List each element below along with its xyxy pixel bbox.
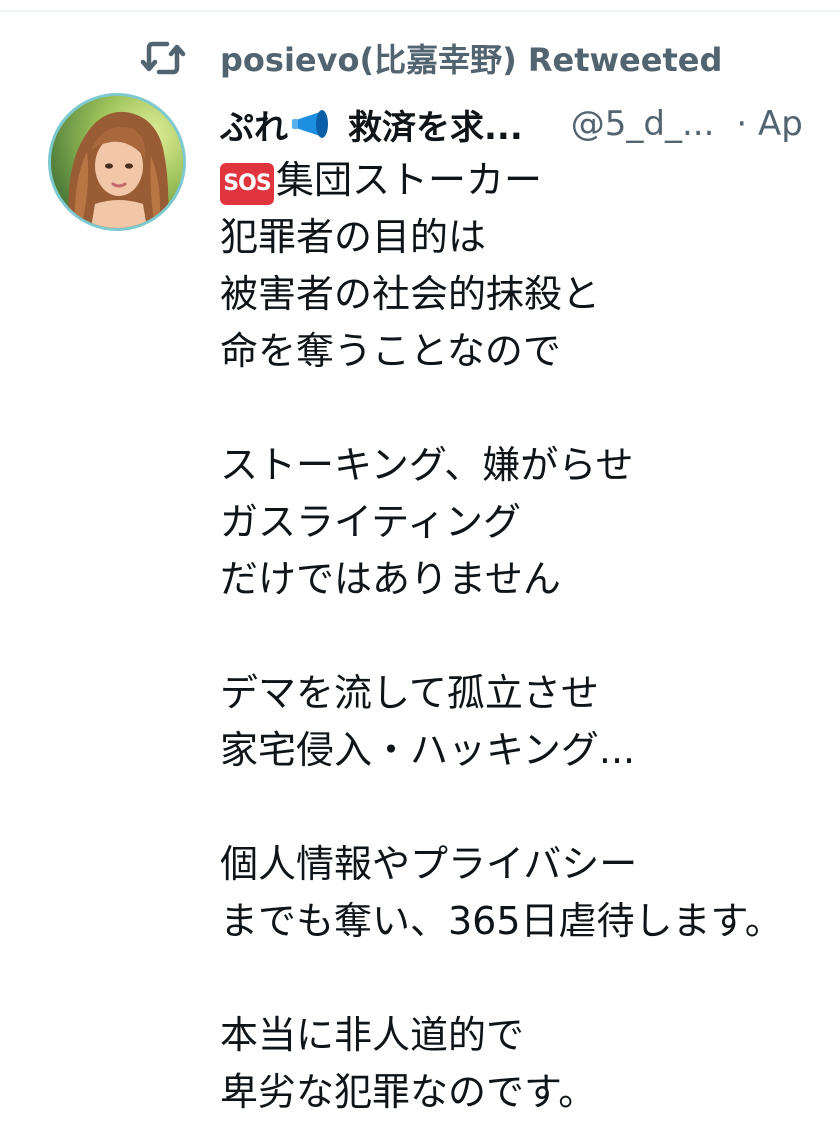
- tweet-line: だけではありません: [220, 557, 561, 601]
- top-divider: [0, 10, 840, 12]
- tweet-line: デマを流して孤立させ: [220, 671, 599, 715]
- retweet-icon: [140, 41, 186, 75]
- tweet-line: 卑劣な犯罪なのです。: [220, 1070, 597, 1114]
- author-name-suffix[interactable]: 救済を求...: [348, 100, 523, 149]
- tweet-line-text: 集団ストーカー: [276, 158, 543, 202]
- tweet-text: SOS 集団ストーカー 犯罪者の目的は 被害者の社会的抹殺と 命を奪うことなので …: [220, 152, 830, 1121]
- sos-icon: SOS: [220, 163, 274, 205]
- author-handle[interactable]: @5_d_...: [571, 104, 715, 144]
- tweet-date[interactable]: · Ap: [736, 104, 802, 144]
- tweet-line: SOS 集団ストーカー: [220, 152, 830, 209]
- tweet-header[interactable]: ぷれ 救済を求... @5_d_... · Ap: [220, 96, 840, 152]
- author-name-prefix[interactable]: ぷれ: [220, 100, 288, 149]
- tweet-line: ガスライティング: [220, 500, 521, 544]
- avatar-portrait: [51, 96, 183, 228]
- tweet-line: ストーキング、嫌がらせ: [220, 443, 634, 487]
- tweet-line: 命を奪うことなので: [220, 329, 561, 373]
- tweet-line: 個人情報やプライバシー: [220, 842, 638, 886]
- tweet-line: までも奪い、365日虐待します。: [220, 899, 783, 943]
- tweet-line: 被害者の社会的抹殺と: [220, 272, 601, 316]
- tweet-line: 家宅侵入・ハッキング...: [220, 728, 636, 772]
- retweet-label[interactable]: posievo(比嘉幸野) Retweeted: [220, 35, 722, 81]
- megaphone-icon: [292, 110, 328, 138]
- avatar[interactable]: [48, 93, 186, 231]
- retweet-context[interactable]: posievo(比嘉幸野) Retweeted: [140, 36, 722, 80]
- tweet-line: 犯罪者の目的は: [220, 215, 487, 259]
- tweet-line: 本当に非人道的で: [220, 1013, 525, 1057]
